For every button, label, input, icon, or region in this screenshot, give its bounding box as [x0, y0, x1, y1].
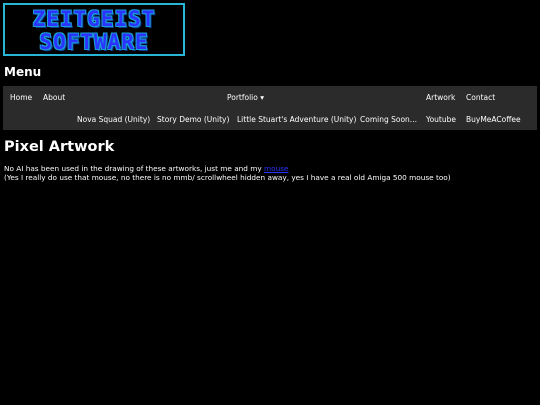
mouse-link[interactable]: mouse [264, 164, 289, 173]
logo-line-1: ZEITGEIST [32, 7, 156, 31]
nav-home[interactable]: Home [10, 93, 32, 102]
menu-heading: Menu [4, 65, 42, 79]
page-description: No AI has been used in the drawing of th… [4, 164, 451, 182]
portfolio-item-coming-soon[interactable]: Coming Soon... [360, 115, 417, 124]
nav-artwork[interactable]: Artwork [426, 93, 455, 102]
portfolio-item-nova-squad[interactable]: Nova Squad (Unity) [77, 115, 150, 124]
description-line-2: (Yes I really do use that mouse, no ther… [4, 173, 451, 182]
logo-line-2: SOFTWARE [39, 30, 149, 54]
portfolio-item-little-stuart[interactable]: Little Stuart's Adventure (Unity) [237, 115, 356, 124]
nav-portfolio-dropdown[interactable]: Portfolio ▾ [227, 93, 264, 102]
nav-buymeacoffee[interactable]: BuyMeACoffee [466, 115, 521, 124]
nav-contact[interactable]: Contact [466, 93, 495, 102]
description-line-1: No AI has been used in the drawing of th… [4, 164, 451, 173]
page-title: Pixel Artwork [4, 139, 115, 155]
nav-about[interactable]: About [43, 93, 65, 102]
main-navigation: Home About Portfolio ▾ Artwork Contact N… [3, 86, 537, 130]
site-logo[interactable]: ZEITGEIST SOFTWARE [3, 3, 185, 56]
portfolio-item-story-demo[interactable]: Story Demo (Unity) [157, 115, 229, 124]
description-text: No AI has been used in the drawing of th… [4, 164, 262, 173]
nav-youtube[interactable]: Youtube [426, 115, 456, 124]
